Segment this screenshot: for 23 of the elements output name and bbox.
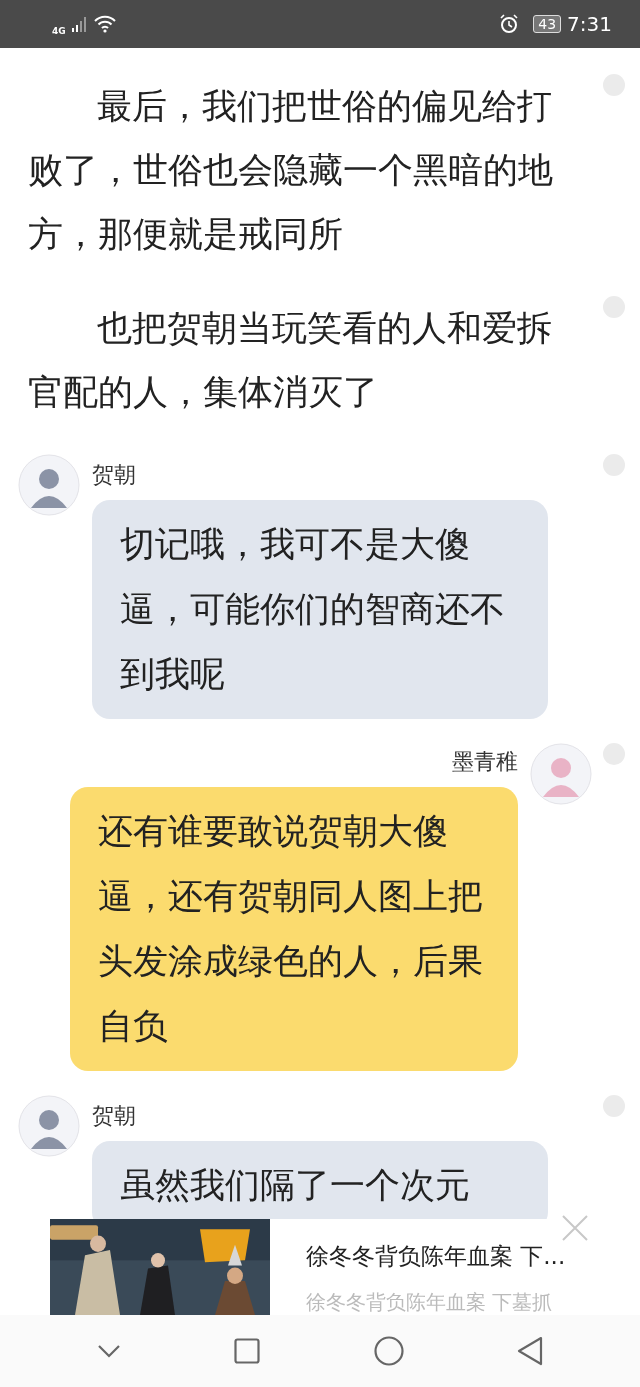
wifi-icon	[93, 15, 116, 33]
chat-bubble: 还有谁要敢说贺朝大傻逼，还有贺朝同人图上把头发涂成绿色的人，后果自负	[70, 787, 518, 1071]
battery-level: 43	[533, 15, 562, 33]
signal-icon	[71, 16, 88, 32]
sender-name: 贺朝	[92, 461, 137, 489]
story-paragraph: 也把贺朝当玩笑看的人和爱拆官配的人，集体消灭了	[27, 307, 553, 414]
avatar-icon	[530, 743, 592, 805]
sender-name: 贺朝	[92, 1102, 137, 1130]
close-icon[interactable]	[562, 1215, 588, 1241]
alarm-icon	[499, 14, 520, 34]
sender-name: 墨青稚	[452, 748, 518, 776]
back-icon[interactable]	[517, 1336, 544, 1366]
chat-bubble: 切记哦，我可不是大傻逼，可能你们的智商还不到我呢	[92, 500, 548, 719]
avatar-icon	[18, 454, 80, 516]
story-paragraph: 最后，我们把世俗的偏见给打败了，世俗也会隐藏一个黑暗的地方，那便就是戒同所	[27, 85, 554, 256]
home-icon[interactable]	[373, 1336, 404, 1366]
clock-time: 7:31	[567, 12, 612, 36]
network-type: 4G	[52, 26, 66, 36]
collapse-icon[interactable]	[96, 1344, 121, 1358]
ad-title: 徐冬冬背负陈年血案 下...	[306, 1242, 566, 1271]
ad-subtitle: 徐冬冬背负陈年血案 下墓抓	[306, 1289, 554, 1315]
recents-icon[interactable]	[234, 1338, 261, 1364]
avatar-icon	[18, 1095, 80, 1157]
